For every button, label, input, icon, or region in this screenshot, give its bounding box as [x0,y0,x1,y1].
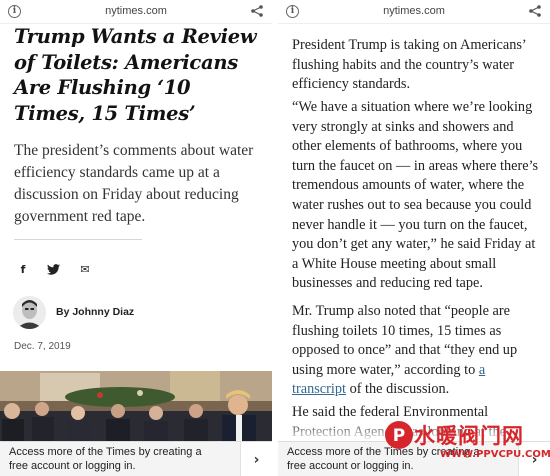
author-byline[interactable]: By Johnny Diaz [56,306,134,318]
author-avatar[interactable] [13,296,46,329]
publish-date: Dec. 7, 2019 [14,341,71,352]
article-paragraph: President Trump is taking on Americans’ … [292,37,526,93]
share-icon[interactable] [250,4,264,18]
article-headline: Trump Wants a Review of Toilets: America… [14,25,257,125]
article-paragraph: Mr. Trump also noted that “people are fl… [292,302,540,400]
right-phone-screen: i nytimes.com President Trump is taking … [278,0,550,476]
url-text: nytimes.com [383,5,445,17]
article-photo [0,371,272,441]
site-watermark: P 水暖阀门网 WWW.PPVCPU.COM [382,418,550,474]
watermark-text: 水暖阀门网 [414,424,524,448]
url-text: nytimes.com [105,5,167,17]
twitter-icon[interactable] [43,259,63,279]
signup-banner-text: Access more of the Times by creating a f… [9,446,202,472]
left-phone-screen: i nytimes.com Trump Wants a Review of To… [0,0,272,476]
browser-url-bar[interactable]: i nytimes.com [278,0,550,24]
watermark-url: WWW.PPVCPU.COM [440,449,550,460]
watermark-logo-letter: P [393,426,405,446]
share-icon[interactable] [528,4,542,18]
article-paragraph: “We have a situation where we’re looking… [292,99,539,292]
facebook-icon[interactable]: f [13,259,33,279]
banner-chevron-right-icon[interactable]: › [240,442,272,476]
section-divider [14,239,142,240]
browser-url-bar[interactable]: i nytimes.com [0,0,272,24]
signup-banner[interactable]: Access more of the Times by creating a f… [0,441,272,476]
paragraph-text: of the discussion. [346,381,450,398]
watermark-logo-icon: P [385,421,413,449]
email-icon[interactable]: ✉ [75,259,95,279]
article-summary: The president’s comments about water eff… [14,142,254,225]
